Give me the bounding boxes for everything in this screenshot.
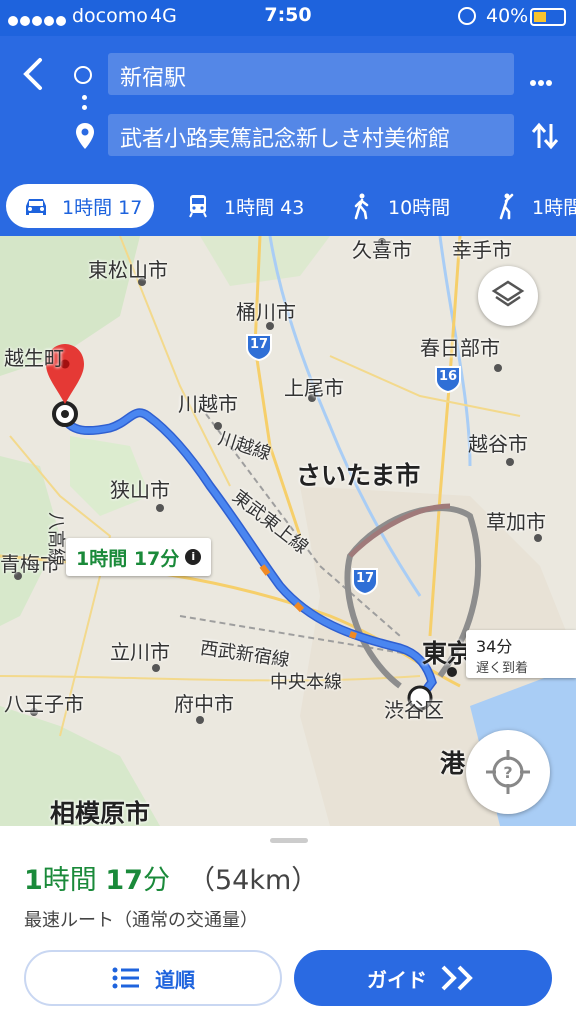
place-kasukabe: 春日部市 (420, 336, 500, 360)
place-higashimatsuyama: 東松山市 (88, 258, 168, 282)
back-button[interactable] (18, 56, 54, 92)
battery-icon (530, 8, 566, 26)
more-options-icon[interactable] (530, 71, 554, 90)
place-satte: 幸手市 (452, 238, 512, 262)
route-shield-17: 17 (244, 332, 274, 362)
map-view[interactable]: 久喜市 幸手市 東松山市 桶川市 春日部市 越生町 上尾市 川越市 越谷市 さい… (0, 236, 576, 826)
route-shield-16: 16 (433, 364, 463, 394)
rotation-lock-icon (458, 7, 476, 25)
layers-icon (491, 280, 525, 307)
place-kuki: 久喜市 (352, 238, 412, 262)
battery-percent: 40% (486, 5, 529, 27)
info-icon: i (185, 549, 202, 565)
destination-field[interactable]: 武者小路実篤記念新しき村美術館 (108, 114, 514, 156)
place-sayama: 狭山市 (110, 478, 170, 502)
chevron-left-icon (23, 58, 42, 90)
status-bar: docomo 4G 7:50 40% (0, 0, 576, 36)
alt-route-time: 34分 (476, 637, 513, 656)
tab-ride-label: 1時間 (532, 196, 576, 219)
alt-route-note: 遅く到着 (476, 661, 529, 676)
route-shield-17b-label: 17 (355, 571, 375, 586)
origin-field[interactable]: 新宿駅 (108, 53, 514, 95)
layers-button[interactable] (478, 266, 538, 326)
route-shield-17b: 17 (350, 566, 380, 596)
route-shield-17-label: 17 (249, 337, 269, 352)
place-ageo: 上尾市 (284, 376, 344, 400)
tab-ride[interactable]: 1時間 (492, 184, 576, 228)
duration-minutes-unit: 分 (142, 865, 170, 896)
svg-text:?: ? (503, 763, 512, 782)
guide-button-label: ガイド (367, 967, 427, 992)
tab-walking[interactable]: 10時間 (348, 184, 450, 228)
destination-pin-icon (76, 123, 94, 149)
crosshair-icon: ? (486, 750, 530, 794)
ride-icon (499, 193, 514, 220)
list-icon (112, 967, 139, 989)
my-location-button[interactable]: ? (466, 730, 550, 814)
tab-driving-label: 1時間 17 (62, 196, 143, 219)
duration-minutes: 17 (105, 865, 143, 896)
place-saitama: さいたま市 (296, 461, 421, 490)
place-okegawa: 桶川市 (236, 300, 296, 324)
duration-hours: 1 (24, 865, 43, 896)
walk-icon (354, 193, 369, 220)
place-shibuya: 渋谷区 (384, 698, 444, 722)
guide-button[interactable]: ガイド (294, 950, 552, 1006)
place-tachikawa: 立川市 (110, 640, 170, 664)
alt-route-callout[interactable]: 34分 遅く到着 (466, 630, 576, 678)
sheet-handle[interactable] (270, 838, 308, 843)
place-hachioji: 八王子市 (4, 692, 84, 716)
place-ogose: 越生町 (4, 346, 64, 370)
duration-hours-unit: 時間 (42, 865, 97, 896)
place-kawagoe: 川越市 (178, 392, 238, 416)
place-sagamihara: 相模原市 (50, 799, 151, 826)
route-shield-16-label: 16 (438, 369, 458, 384)
double-chevron-right-icon (441, 965, 473, 991)
route-summary-sheet: 1時間 17分 （54km） 最速ルート（通常の交通量） 道順 ガイド (0, 826, 576, 1024)
tab-driving[interactable]: 1時間 17 (6, 184, 154, 228)
travel-mode-tabs: 1時間 17 1時間 43 10時間 1時間 (0, 180, 576, 236)
place-minato: 港 (440, 749, 466, 778)
tab-transit[interactable]: 1時間 43 (184, 184, 304, 228)
route-time-callout-label: 1時間 17分 (76, 547, 180, 570)
place-tokyo: 東京 (422, 639, 473, 668)
swap-icon[interactable] (530, 120, 560, 152)
origin-circle-icon (74, 66, 92, 84)
steps-button[interactable]: 道順 (24, 950, 282, 1006)
place-koshigaya: 越谷市 (468, 432, 528, 456)
place-soka: 草加市 (486, 510, 546, 534)
route-note: 最速ルート（通常の交通量） (24, 910, 258, 931)
tab-transit-label: 1時間 43 (224, 196, 305, 219)
car-icon (26, 199, 46, 215)
train-icon (189, 195, 207, 218)
steps-button-label: 道順 (155, 967, 195, 992)
tab-walking-label: 10時間 (388, 196, 451, 219)
route-dots-icon (82, 95, 87, 115)
rail-chuo: 中央本線 (270, 672, 342, 693)
route-time-callout[interactable]: 1時間 17分 i (66, 538, 212, 576)
route-distance: （54km） (188, 865, 319, 896)
directions-header: 新宿駅 武者小路実篤記念新しき村美術館 1時間 17 1時間 43 10時間 1… (0, 36, 576, 236)
route-duration: 1時間 17分 (24, 858, 170, 897)
place-fuchu: 府中市 (174, 692, 234, 716)
